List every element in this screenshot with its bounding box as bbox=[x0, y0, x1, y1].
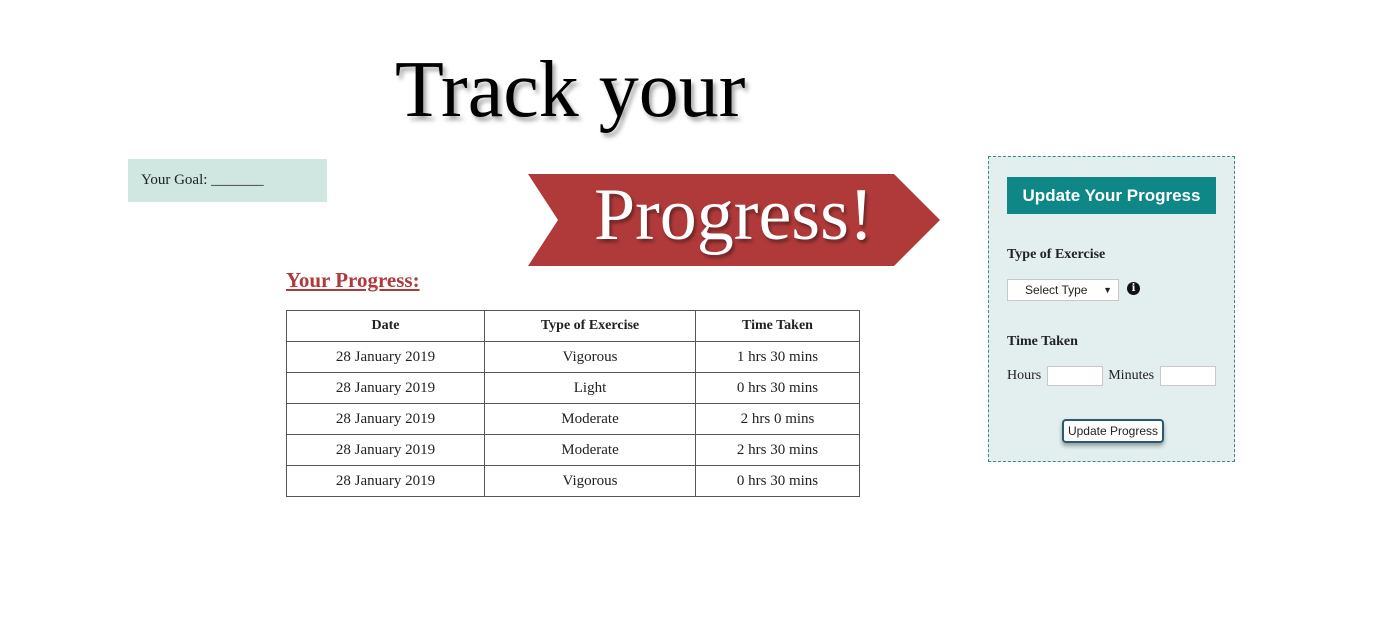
progress-table: Date Type of Exercise Time Taken 28 Janu… bbox=[286, 310, 860, 497]
cell-date: 28 January 2019 bbox=[286, 341, 485, 373]
exercise-type-label: Type of Exercise bbox=[1007, 247, 1106, 262]
table-row: 28 January 2019 Moderate 2 hrs 0 mins bbox=[286, 403, 860, 435]
hours-label: Hours bbox=[1007, 368, 1042, 384]
hours-input[interactable] bbox=[1046, 366, 1103, 386]
goal-box: Your Goal: _______ bbox=[128, 159, 327, 202]
cell-type: Light bbox=[484, 372, 696, 404]
cell-date: 28 January 2019 bbox=[286, 434, 485, 466]
cell-time: 2 hrs 0 mins bbox=[695, 403, 860, 435]
update-panel-title: Update Your Progress bbox=[1007, 177, 1216, 214]
table-row: 28 January 2019 Vigorous 1 hrs 30 mins bbox=[286, 341, 860, 373]
hero-title-line1: Track your bbox=[395, 46, 746, 134]
minutes-input[interactable] bbox=[1159, 366, 1216, 386]
cell-type: Moderate bbox=[484, 403, 696, 435]
cell-date: 28 January 2019 bbox=[286, 403, 485, 435]
column-header-time: Time Taken bbox=[695, 310, 860, 342]
chevron-down-icon: ▼ bbox=[1103, 285, 1112, 295]
table-row: 28 January 2019 Moderate 2 hrs 30 mins bbox=[286, 434, 860, 466]
cell-time: 2 hrs 30 mins bbox=[695, 434, 860, 466]
cell-time: 0 hrs 30 mins bbox=[695, 465, 860, 497]
goal-label: Your Goal: _______ bbox=[141, 172, 264, 188]
hero-title-line2: Progress! bbox=[594, 174, 874, 256]
column-header-date: Date bbox=[286, 310, 485, 342]
cell-type: Vigorous bbox=[484, 465, 696, 497]
time-taken-label: Time Taken bbox=[1007, 334, 1078, 349]
cell-date: 28 January 2019 bbox=[286, 372, 485, 404]
cell-type: Moderate bbox=[484, 434, 696, 466]
update-progress-button[interactable]: Update Progress bbox=[1062, 419, 1164, 443]
cell-time: 1 hrs 30 mins bbox=[695, 341, 860, 373]
update-progress-panel: Update Your Progress Type of Exercise Se… bbox=[988, 156, 1235, 462]
minutes-label: Minutes bbox=[1108, 368, 1155, 384]
table-row: 28 January 2019 Light 0 hrs 30 mins bbox=[286, 372, 860, 404]
time-inputs-row: Hours Minutes bbox=[1007, 366, 1218, 386]
info-icon[interactable]: i bbox=[1127, 282, 1140, 295]
progress-heading: Your Progress: bbox=[286, 268, 420, 292]
table-header-row: Date Type of Exercise Time Taken bbox=[286, 310, 860, 342]
cell-date: 28 January 2019 bbox=[286, 465, 485, 497]
progress-banner: Progress! bbox=[528, 174, 940, 266]
cell-type: Vigorous bbox=[484, 341, 696, 373]
cell-time: 0 hrs 30 mins bbox=[695, 372, 860, 404]
exercise-type-select-value: Select Type bbox=[1025, 283, 1088, 297]
table-row: 28 January 2019 Vigorous 0 hrs 30 mins bbox=[286, 465, 860, 497]
exercise-type-select[interactable]: Select Type ▼ bbox=[1007, 279, 1119, 301]
column-header-type: Type of Exercise bbox=[484, 310, 696, 342]
